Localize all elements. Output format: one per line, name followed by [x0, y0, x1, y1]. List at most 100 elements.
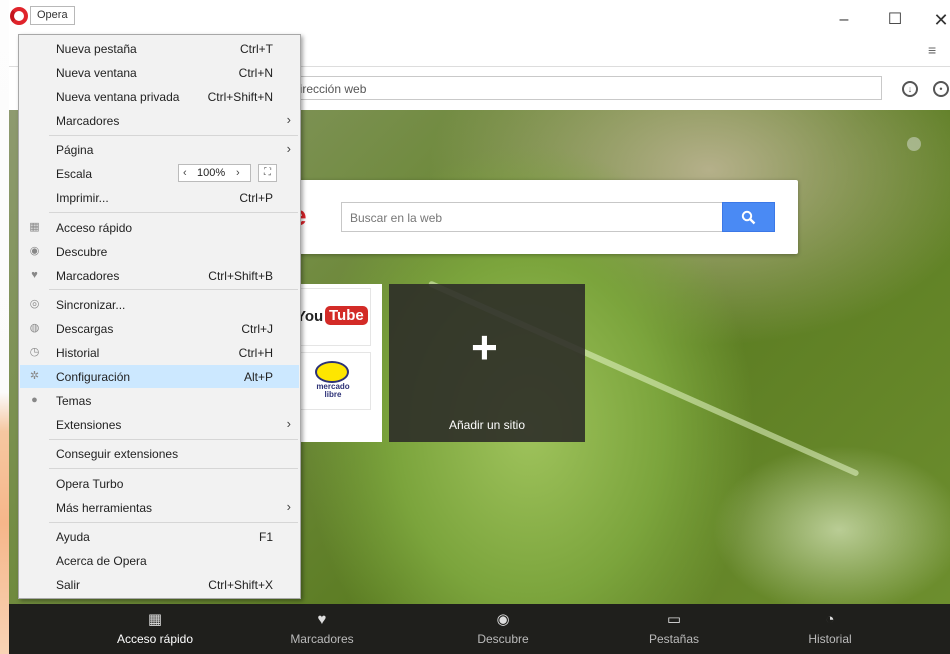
menu-item-shortcut: F1: [258, 530, 273, 544]
menu-item-shortcut: Ctrl+Shift+B: [208, 269, 273, 283]
speed-dial-folder[interactable]: You Tube mercado libre: [290, 284, 382, 442]
menu-item-extensiones[interactable]: Extensiones ›: [20, 413, 299, 436]
tab-menu-icon[interactable]: ≡: [928, 42, 936, 58]
add-site-tile[interactable]: + Añadir un sitio: [389, 284, 585, 442]
eye-icon: ◉: [496, 611, 510, 628]
chevron-right-icon: ›: [286, 141, 291, 156]
menu-item-shortcut: Ctrl+H: [238, 346, 273, 360]
zoom-in-button[interactable]: ›: [236, 167, 240, 179]
menu-item-configuracion[interactable]: ✲ Configuración Alt+P: [20, 365, 299, 388]
menu-item-escala: Escala ‹ 100% › ⛶: [20, 162, 299, 185]
menu-item-label: Nueva pestaña: [56, 42, 137, 56]
bottom-tab-label: Marcadores: [290, 632, 354, 646]
browser-window: Opera – ☐ ✕ ≡ o dirección web ↓ • e Busc…: [9, 0, 950, 654]
easy-setup-icon[interactable]: [907, 137, 921, 151]
search-input[interactable]: Buscar en la web: [341, 202, 723, 232]
clock-icon: ◔: [825, 611, 835, 628]
mercadolibre-label: mercado libre: [316, 382, 350, 399]
menu-item-label: Configuración: [56, 370, 131, 384]
chevron-right-icon: ›: [286, 416, 291, 431]
menu-item-label: Marcadores: [56, 114, 120, 128]
bottom-tab-label: Pestañas: [648, 632, 700, 646]
menu-item-label: Descargas: [56, 322, 114, 336]
menu-item-mas-herramientas[interactable]: Más herramientas ›: [20, 496, 299, 519]
menu-item-shortcut: Ctrl+T: [240, 42, 273, 56]
menu-item-label: Nueva ventana privada: [56, 90, 180, 104]
menu-item-sincronizar[interactable]: ◎ Sincronizar...: [20, 293, 299, 316]
menu-item-nueva-pestana[interactable]: Nueva pestaña Ctrl+T: [20, 37, 299, 60]
menu-item-ayuda[interactable]: Ayuda F1: [20, 525, 299, 548]
title-bar: Opera – ☐ ✕: [9, 0, 950, 38]
menu-item-label: Opera Turbo: [56, 477, 124, 491]
menu-item-label: Temas: [56, 394, 92, 408]
menu-item-opera-turbo[interactable]: Opera Turbo: [20, 472, 299, 495]
opera-menu-button[interactable]: Opera: [30, 6, 75, 25]
plus-icon: +: [471, 321, 498, 373]
mercadolibre-tile[interactable]: mercado libre: [292, 352, 371, 410]
address-input[interactable]: o dirección web: [279, 76, 882, 100]
menu-item-label: Conseguir extensiones: [56, 447, 179, 461]
menu-item-descargas[interactable]: ◍ Descargas Ctrl+J: [20, 317, 299, 340]
menu-item-label: Página: [56, 143, 94, 157]
download-icon: ◍: [29, 322, 40, 334]
gear-icon: ✲: [29, 370, 40, 382]
menu-separator: [49, 135, 298, 136]
download-icon[interactable]: ↓: [902, 81, 918, 97]
desktop-edge: [0, 0, 9, 654]
search-box: e Buscar en la web: [289, 180, 798, 254]
chevron-right-icon: ›: [286, 499, 291, 514]
menu-item-historial[interactable]: ◷ Historial Ctrl+H: [20, 341, 299, 364]
account-icon[interactable]: •: [933, 81, 949, 97]
menu-item-shortcut: Ctrl+Shift+X: [208, 578, 273, 592]
search-button[interactable]: [722, 202, 775, 232]
devices-icon: ▭: [666, 611, 682, 628]
menu-separator: [49, 439, 298, 440]
close-button[interactable]: ✕: [921, 10, 950, 30]
bottom-tab-historial[interactable]: ◔ Historial: [775, 608, 885, 646]
menu-separator: [49, 212, 298, 213]
menu-separator: [49, 468, 298, 469]
menu-item-label: Acceso rápido: [56, 221, 133, 235]
menu-item-nueva-ventana[interactable]: Nueva ventana Ctrl+N: [20, 61, 299, 84]
youtube-tile[interactable]: You Tube: [292, 288, 371, 346]
menu-item-label: Más herramientas: [56, 501, 153, 515]
bottom-tab-pestanas[interactable]: ▭ Pestañas: [619, 608, 729, 646]
menu-item-label: Sincronizar...: [56, 298, 126, 312]
menu-item-marcadores[interactable]: ♥ Marcadores Ctrl+Shift+B: [20, 264, 299, 287]
account-icon: ◎: [29, 298, 40, 310]
search-icon: [741, 210, 756, 225]
menu-item-label: Imprimir...: [56, 191, 109, 205]
menu-item-label: Acerca de Opera: [56, 554, 147, 568]
heart-icon: ♥: [317, 611, 327, 628]
menu-item-descubre[interactable]: ◉ Descubre: [20, 240, 299, 263]
bottom-tab-descubre[interactable]: ◉ Descubre: [448, 608, 558, 646]
menu-item-imprimir[interactable]: Imprimir... Ctrl+P: [20, 186, 299, 209]
menu-item-shortcut: Ctrl+J: [241, 322, 273, 336]
menu-item-temas[interactable]: ● Temas: [20, 389, 299, 412]
menu-item-pagina[interactable]: Página ›: [20, 138, 299, 161]
menu-item-label: Extensiones: [56, 418, 122, 432]
menu-item-conseguir-extensiones[interactable]: Conseguir extensiones: [20, 442, 299, 465]
menu-separator: [49, 289, 298, 290]
menu-item-label: Nueva ventana: [56, 66, 137, 80]
menu-item-label: Ayuda: [56, 530, 90, 544]
menu-item-shortcut: Alt+P: [243, 370, 273, 384]
menu-item-acerca-de-opera[interactable]: Acerca de Opera: [20, 549, 299, 572]
menu-item-shortcut: Ctrl+P: [239, 191, 273, 205]
menu-item-nueva-ventana-privada[interactable]: Nueva ventana privada Ctrl+Shift+N: [20, 85, 299, 108]
menu-separator: [49, 522, 298, 523]
bottom-tab-acceso-rapido[interactable]: ▦ Acceso rápido: [100, 608, 210, 646]
menu-item-salir[interactable]: Salir Ctrl+Shift+X: [20, 573, 299, 596]
minimize-button[interactable]: –: [824, 10, 864, 30]
menu-item-marcadores-sub[interactable]: Marcadores ›: [20, 109, 299, 132]
bottom-tab-label: Acceso rápido: [116, 632, 194, 646]
bottom-tab-label: Historial: [808, 632, 852, 646]
zoom-out-button[interactable]: ‹: [183, 167, 187, 179]
maximize-button[interactable]: ☐: [875, 10, 915, 30]
menu-item-label: Historial: [56, 346, 100, 360]
bottom-tab-marcadores[interactable]: ♥ Marcadores: [267, 608, 377, 646]
menu-item-acceso-rapido[interactable]: ▦ Acceso rápido: [20, 216, 299, 239]
drop-icon: ●: [31, 394, 38, 406]
fullscreen-icon[interactable]: ⛶: [258, 164, 277, 182]
opera-logo-icon[interactable]: [10, 7, 28, 25]
